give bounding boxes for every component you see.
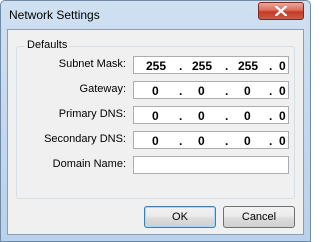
dot: . [225, 109, 229, 123]
octet: 0 [152, 134, 159, 148]
network-settings-window: Network Settings Defaults Subnet Mask: 2… [0, 0, 311, 242]
gateway-label: Gateway: [79, 83, 126, 95]
dot: . [179, 109, 183, 123]
close-icon [275, 6, 287, 16]
dot: . [269, 109, 273, 123]
window-title: Network Settings [9, 8, 100, 22]
octet: 255 [192, 59, 213, 73]
cancel-button[interactable]: Cancel [223, 206, 295, 228]
dot: . [225, 84, 229, 98]
group-label: Defaults [25, 39, 70, 51]
octet: 0 [279, 109, 286, 123]
dot: . [179, 134, 183, 148]
octet: 0 [244, 134, 251, 148]
gateway-field[interactable]: 0 . 0 . 0 . 0 [133, 81, 289, 99]
subnet-mask-label: Subnet Mask: [58, 58, 126, 70]
dot: . [179, 84, 183, 98]
octet: 255 [238, 59, 259, 73]
dot: . [269, 84, 273, 98]
subnet-mask-field[interactable]: 255 . 255 . 255 . 0 [133, 56, 289, 74]
secondary-dns-label: Secondary DNS: [44, 133, 126, 145]
octet: 0 [152, 84, 159, 98]
dot: . [179, 59, 183, 73]
dot: . [269, 134, 273, 148]
secondary-dns-field[interactable]: 0 . 0 . 0 . 0 [133, 131, 289, 149]
octet: 0 [198, 134, 205, 148]
domain-name-input[interactable] [133, 156, 289, 174]
octet: 0 [279, 84, 286, 98]
dot: . [269, 59, 273, 73]
primary-dns-label: Primary DNS: [58, 108, 126, 120]
octet: 0 [279, 134, 286, 148]
octet: 0 [152, 109, 159, 123]
title-bar[interactable]: Network Settings [1, 1, 310, 29]
defaults-groupbox: Defaults Subnet Mask: 255 . 255 . 255 . … [16, 39, 295, 199]
octet: 0 [198, 84, 205, 98]
dialog-client-area: Defaults Subnet Mask: 255 . 255 . 255 . … [7, 29, 304, 235]
domain-name-label: Domain Name: [52, 158, 126, 170]
dot: . [225, 59, 229, 73]
octet: 0 [198, 109, 205, 123]
primary-dns-field[interactable]: 0 . 0 . 0 . 0 [133, 106, 289, 124]
octet: 255 [146, 59, 167, 73]
octet: 0 [279, 59, 286, 73]
octet: 0 [244, 109, 251, 123]
close-button[interactable] [258, 2, 304, 20]
ok-button[interactable]: OK [144, 206, 216, 228]
octet: 0 [244, 84, 251, 98]
dot: . [225, 134, 229, 148]
